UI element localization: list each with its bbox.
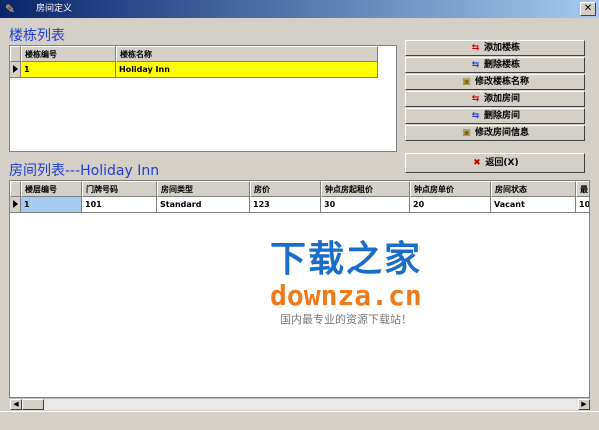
back-button[interactable]: ✖ 返回(X) [405, 153, 585, 173]
watermark-tagline: 国内最专业的资源下载站！ [280, 313, 412, 326]
add-room-button[interactable]: ⇆ 添加房间 [405, 91, 585, 107]
title-bar: ✎ 房间定义 ✕ [0, 0, 599, 18]
scroll-right-icon[interactable]: ▶ [578, 399, 590, 410]
cell-room-price[interactable]: 123 [250, 197, 321, 213]
cell-max[interactable]: 10 [576, 197, 589, 213]
watermark-cn: 下载之家 [270, 239, 423, 280]
table-row[interactable]: 1 Holiday Inn [10, 62, 378, 78]
column-header-building-no[interactable]: 楼栋编号 [21, 46, 116, 62]
delete-building-button[interactable]: ⇆ 删除楼栋 [405, 57, 585, 73]
room-grid-header: 楼层编号 门牌号码 房间类型 房价 钟点房起租价 钟点房单价 房间状态 最 [10, 181, 589, 197]
cell-hourly-start-price[interactable]: 30 [321, 197, 410, 213]
edit-icon: ▣ [462, 128, 471, 138]
cell-hourly-unit-price[interactable]: 20 [410, 197, 491, 213]
room-list-title: 房间列表---Holiday Inn [9, 163, 160, 179]
row-indicator-header [10, 46, 21, 62]
add-icon: ⇆ [471, 43, 480, 53]
cell-floor-no[interactable]: 1 [21, 197, 82, 213]
column-header-room-status[interactable]: 房间状态 [491, 181, 576, 197]
column-header-door-no[interactable]: 门牌号码 [82, 181, 157, 197]
current-row-arrow-icon [13, 200, 18, 208]
cell-door-no[interactable]: 101 [82, 197, 157, 213]
cell-room-type[interactable]: Standard [157, 197, 250, 213]
close-button[interactable]: ✕ [580, 2, 596, 16]
current-row-arrow-icon [13, 65, 18, 73]
rename-building-button[interactable]: ▣ 修改楼栋名称 [405, 74, 585, 90]
window-title: 房间定义 [36, 4, 73, 14]
column-header-building-name[interactable]: 楼栋名称 [116, 46, 378, 62]
column-header-room-price[interactable]: 房价 [250, 181, 321, 197]
building-grid-header: 楼栋编号 楼栋名称 [10, 46, 378, 62]
table-row[interactable]: 1 101 Standard 123 30 20 Vacant 10 [10, 197, 589, 213]
column-header-max[interactable]: 最 [576, 181, 589, 197]
building-list-title: 楼栋列表 [9, 28, 65, 44]
cell-room-status[interactable]: Vacant [491, 197, 576, 213]
column-header-floor-no[interactable]: 楼层编号 [21, 181, 82, 197]
column-header-hourly-unit-price[interactable]: 钟点房单价 [410, 181, 491, 197]
watermark-en: downza.cn [270, 279, 422, 312]
add-building-button[interactable]: ⇆ 添加楼栋 [405, 40, 585, 56]
delete-room-button[interactable]: ⇆ 删除房间 [405, 108, 585, 124]
cell-building-no[interactable]: 1 [21, 62, 116, 78]
column-header-hourly-start-price[interactable]: 钟点房起租价 [321, 181, 410, 197]
horizontal-scrollbar[interactable]: ◀ ▶ [10, 398, 590, 410]
column-header-room-type[interactable]: 房间类型 [157, 181, 250, 197]
row-indicator [10, 62, 21, 78]
row-indicator-header [10, 181, 21, 197]
cell-building-name[interactable]: Holiday Inn [116, 62, 378, 78]
add-icon: ⇆ [471, 94, 480, 104]
row-indicator [10, 197, 21, 213]
status-bar [0, 411, 599, 430]
scroll-left-icon[interactable]: ◀ [10, 399, 22, 410]
building-grid[interactable]: 楼栋编号 楼栋名称 1 Holiday Inn [9, 45, 397, 152]
edit-room-button[interactable]: ▣ 修改房间信息 [405, 125, 585, 141]
app-icon: ✎ [4, 2, 16, 16]
scroll-thumb[interactable] [22, 399, 44, 410]
watermark: 下载之家 downza.cn 国内最专业的资源下载站！ [270, 240, 470, 328]
delete-icon: ⇆ [471, 60, 480, 70]
edit-icon: ▣ [462, 77, 471, 87]
x-icon: ✖ [473, 158, 481, 168]
delete-icon: ⇆ [471, 111, 480, 121]
